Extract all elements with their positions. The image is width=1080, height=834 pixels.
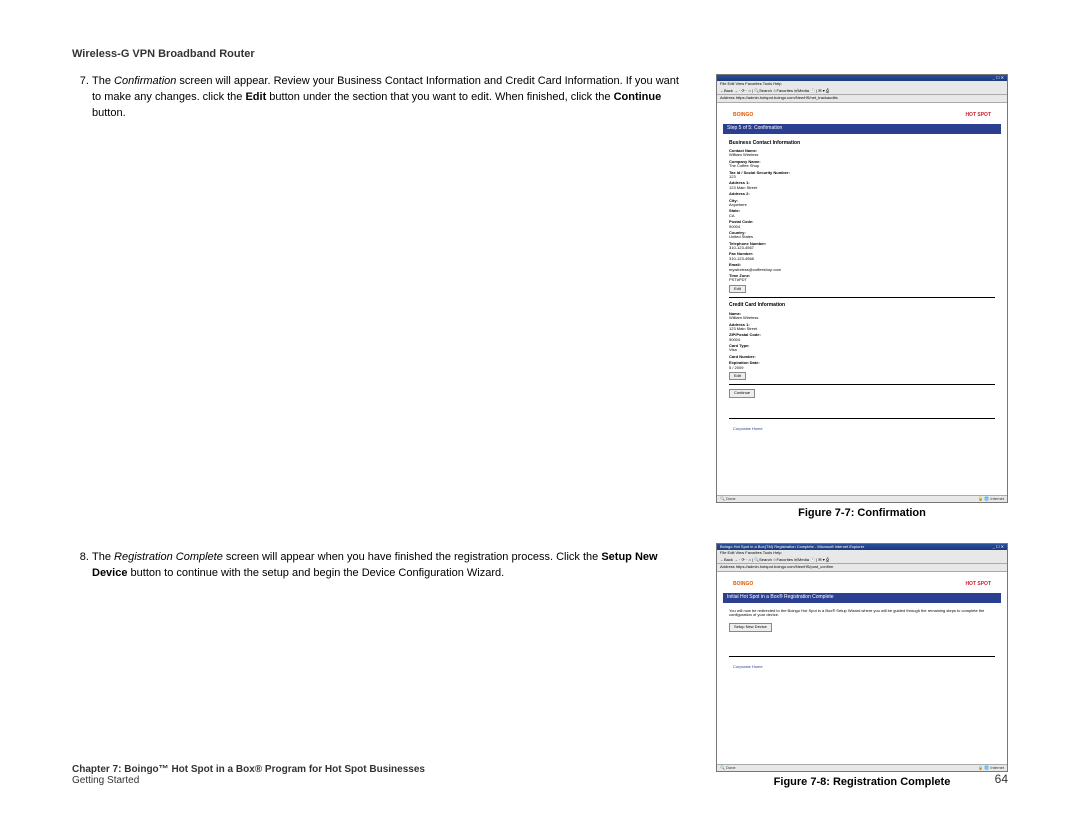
- completion-text: You will now be redirected to the Boingo…: [729, 609, 995, 618]
- boingo-logo: BOINGO: [733, 112, 753, 118]
- browser-toolbar-2: ←Back → · ⟳ · ⌂ | 🔍Search ☆Favorites 🗐Me…: [717, 557, 1007, 564]
- value: 90004: [729, 224, 740, 229]
- step-8: The Registration Complete screen will ap…: [92, 550, 686, 582]
- browser-window-2: Boingo Hot Spot in a Box(TM) Registratio…: [716, 543, 1008, 772]
- value: 123 Main Street: [729, 185, 757, 190]
- label: Expiration Date:: [729, 361, 995, 365]
- text: button under the section that you want t…: [266, 91, 613, 103]
- text: The: [92, 551, 114, 563]
- reg-complete-term: Registration Complete: [114, 551, 223, 563]
- status-left: 🔍 Done: [720, 497, 736, 501]
- hotspot-logo: HOT SPOT: [965, 112, 991, 118]
- status-right: 🔒 🌐 Internet: [978, 497, 1004, 501]
- label: Card Number:: [729, 355, 995, 359]
- section-title: Getting Started: [72, 775, 425, 786]
- value: William Wireless: [729, 315, 758, 320]
- browser-address-2: Address https://admin.hotspot.boingo.com…: [717, 564, 1007, 571]
- edit-button-2[interactable]: Edit: [729, 372, 746, 380]
- page-number: 64: [995, 772, 1008, 786]
- text: The: [92, 75, 114, 87]
- browser-address: Address https://admin.hotspot.boingo.com…: [717, 95, 1007, 102]
- browser-statusbar: 🔍 Done 🔒 🌐 Internet: [717, 495, 1007, 502]
- label: Country:: [729, 231, 995, 235]
- value: CA: [729, 213, 735, 218]
- value: United States: [729, 234, 753, 239]
- value: 123 Main Street: [729, 326, 757, 331]
- browser-toolbar: ←Back → · ⟳ · ⌂ | 🔍Search ☆Favorites 🗐Me…: [717, 88, 1007, 95]
- brand-row: BOINGO HOT SPOT: [723, 109, 1001, 125]
- value: 310-123-4567: [729, 245, 754, 250]
- setup-new-device-button[interactable]: Setup New Device: [729, 623, 772, 631]
- section-business-contact: Business Contact Information: [729, 141, 995, 147]
- label: Name:: [729, 312, 995, 316]
- wizard-complete-bar: Initial Hot Spot in a Box® Registration …: [723, 593, 1001, 603]
- label: Fax Number:: [729, 252, 995, 256]
- step-7: The Confirmation screen will appear. Rev…: [92, 74, 686, 122]
- browser-content: BOINGO HOT SPOT Step 5 of 5: Confirmatio…: [717, 103, 1007, 495]
- document-page: Wireless-G VPN Broadband Router The Conf…: [0, 0, 1080, 834]
- label: Telephone Number:: [729, 242, 995, 246]
- figure-column: _ ☐ ✕ File Edit View Favorites Tools Hel…: [716, 74, 1008, 812]
- edit-button[interactable]: Edit: [729, 285, 746, 293]
- value: The Coffee Shop: [729, 163, 759, 168]
- corporate-link[interactable]: Corporate Home: [733, 665, 763, 669]
- value: Visa: [729, 347, 737, 352]
- value: 310-123-4568: [729, 256, 754, 261]
- label: Postal Code:: [729, 220, 995, 224]
- browser-content-2: BOINGO HOT SPOT Initial Hot Spot in a Bo…: [717, 572, 1007, 764]
- instruction-list: The Confirmation screen will appear. Rev…: [72, 74, 686, 122]
- figure-7-7: _ ☐ ✕ File Edit View Favorites Tools Hel…: [716, 74, 1008, 519]
- page-header: Wireless-G VPN Broadband Router: [72, 48, 1008, 60]
- value: Anywhere: [729, 202, 747, 207]
- label: Address 2:: [729, 192, 995, 196]
- hotspot-logo: HOT SPOT: [965, 582, 991, 588]
- label: City:: [729, 199, 995, 203]
- text: button to continue with the setup and be…: [127, 567, 504, 579]
- label: Address 1:: [729, 323, 995, 327]
- corporate-link[interactable]: Corporate Home: [733, 427, 763, 431]
- value: William Wireless: [729, 152, 758, 157]
- value: mywireless@coffeeshop.com: [729, 267, 781, 272]
- label: Time Zone:: [729, 274, 995, 278]
- edit-term: Edit: [245, 91, 266, 103]
- figure-caption-7-7: Figure 7-7: Confirmation: [716, 507, 1008, 519]
- section-credit-card: Credit Card Information: [729, 303, 995, 309]
- page-footrow: Corporate Home: [729, 427, 995, 431]
- continue-term: Continue: [614, 91, 662, 103]
- label: ZIP/Postal Code:: [729, 333, 995, 337]
- value: 90004: [729, 337, 740, 342]
- text: button.: [92, 107, 126, 119]
- label: Contact Name:: [729, 149, 995, 153]
- label: Tax Id / Social Security Number:: [729, 171, 995, 175]
- brand-row-2: BOINGO HOT SPOT: [723, 578, 1001, 594]
- text: screen will appear when you have finishe…: [223, 551, 601, 563]
- value: PST#PDT: [729, 277, 747, 282]
- wizard-step-bar: Step 5 of 5: Confirmation: [723, 124, 1001, 134]
- page-footer: Chapter 7: Boingo™ Hot Spot in a Box® Pr…: [72, 764, 1008, 786]
- spacer: [72, 128, 686, 550]
- instruction-list-2: The Registration Complete screen will ap…: [72, 550, 686, 582]
- browser-window: _ ☐ ✕ File Edit View Favorites Tools Hel…: [716, 74, 1008, 503]
- boingo-logo: BOINGO: [733, 582, 753, 588]
- figure-7-8: Boingo Hot Spot in a Box(TM) Registratio…: [716, 543, 1008, 788]
- text-column: The Confirmation screen will appear. Rev…: [72, 74, 686, 588]
- two-column-layout: The Confirmation screen will appear. Rev…: [72, 74, 1008, 812]
- continue-button[interactable]: Continue: [729, 389, 755, 397]
- label: Company Name:: [729, 160, 995, 164]
- value: 123: [729, 174, 736, 179]
- label: Address 1:: [729, 181, 995, 185]
- value: 5 / 2009: [729, 365, 743, 370]
- confirmation-term: Confirmation: [114, 75, 176, 87]
- label: Card Type:: [729, 344, 995, 348]
- label: State:: [729, 209, 995, 213]
- chapter-title: Chapter 7: Boingo™ Hot Spot in a Box® Pr…: [72, 764, 425, 775]
